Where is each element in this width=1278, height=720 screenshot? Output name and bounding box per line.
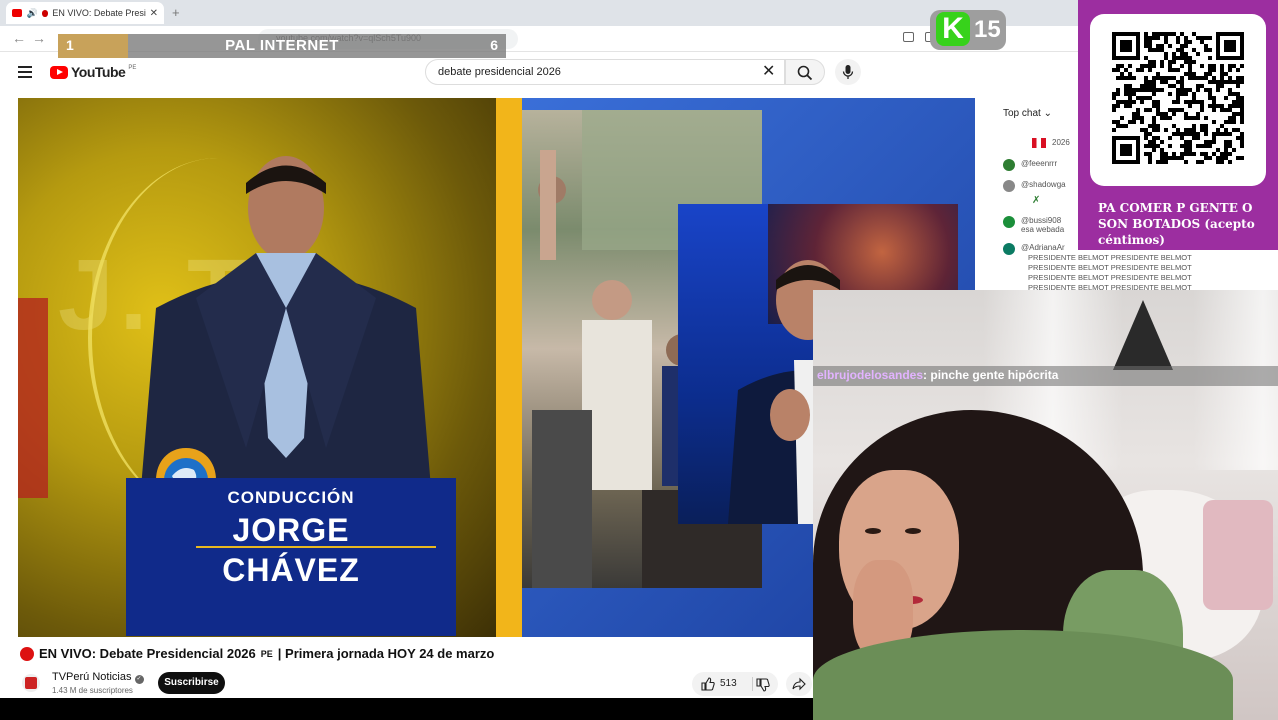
banner-right-count: 6 [490, 37, 498, 53]
lower-third-label: CONDUCCIÓN [227, 488, 355, 507]
share-button[interactable] [786, 672, 812, 696]
new-tab-button[interactable]: + [172, 5, 180, 20]
stream-chat-message: : pinche gente hipócrita [923, 368, 1059, 382]
tab-title: EN VIVO: Debate Preside [52, 8, 146, 18]
live-dot-icon [20, 646, 34, 661]
like-dislike-group: 513 [692, 672, 778, 696]
streamer-eye [865, 528, 881, 534]
k15-logo: K 15 [930, 10, 1006, 50]
thumbs-up-icon[interactable] [701, 677, 715, 691]
qr-code [1090, 14, 1266, 186]
back-arrow-icon[interactable]: ← [12, 30, 26, 46]
youtube-favicon-icon [12, 9, 23, 17]
chat-avatar [1003, 159, 1015, 171]
pinned-message: 2026 [1032, 138, 1070, 148]
chat-spam-line: PRESIDENTE BELMOT PRESIDENTE BELMOT [1028, 273, 1192, 282]
video-title-rest: | Primera jornada HOY 24 de marzo [277, 646, 495, 661]
chat-sticker: ✗ [1032, 195, 1040, 206]
cast-icon[interactable] [903, 32, 914, 42]
banner-title: PAL INTERNET [225, 37, 339, 54]
like-separator [752, 677, 753, 691]
chat-username: @AdrianaAr [1021, 243, 1065, 252]
donation-qr-panel: PA COMER P GENTE O SON BOTADOS (acepto c… [1078, 0, 1278, 250]
stream-banner: 1 PAL INTERNET 6 [58, 34, 506, 58]
voice-search-button[interactable] [835, 59, 861, 85]
channel-avatar[interactable] [22, 674, 40, 692]
red-accent [18, 298, 48, 498]
search-icon [797, 65, 813, 81]
chat-username: @feeenrrr [1021, 159, 1058, 168]
tab-strip: 🔊 EN VIVO: Debate Preside ✕ + [0, 0, 1080, 26]
yellow-divider [496, 98, 522, 637]
search-button[interactable] [785, 59, 825, 85]
stream-chat-user: elbrujodelosandes [817, 368, 924, 382]
video-title: EN VIVO: Debate Presidencial 2026 PE | P… [20, 646, 494, 661]
share-icon [792, 677, 806, 691]
donation-text: PA COMER P GENTE O SON BOTADOS (acepto c… [1098, 201, 1255, 247]
chat-mode-selector[interactable]: Top chat ⌄ [1003, 108, 1052, 119]
streamer-eye [905, 528, 921, 534]
like-count: 513 [720, 678, 737, 689]
menu-icon[interactable] [18, 66, 32, 78]
presenter-last-name: CHÁVEZ [222, 552, 360, 588]
country-code: PE [128, 65, 137, 71]
chat-avatar [1003, 180, 1015, 192]
close-tab-icon[interactable]: ✕ [150, 8, 158, 19]
forward-arrow-icon[interactable]: → [32, 30, 46, 46]
sticker-icon: ✗ [1032, 195, 1041, 206]
chat-spam-line: PRESIDENTE BELMOT PRESIDENTE BELMOT [1028, 253, 1192, 262]
microphone-icon [842, 65, 854, 79]
verified-icon: ✓ [134, 675, 144, 684]
k-logo-letter: K [936, 12, 970, 46]
speaker-icon: 🔊 [26, 7, 38, 18]
presenter-first-name: JORGE [232, 512, 350, 548]
stream-chat-overlay: elbrujodelosandes: pinche gente hipócrit… [813, 366, 1278, 386]
chat-username: @shadowga [1021, 180, 1066, 189]
chat-avatar [1003, 216, 1015, 228]
youtube-logo[interactable]: YouTube PE [50, 64, 136, 80]
k-logo-number: 15 [974, 16, 1001, 43]
pink-pillow [1203, 500, 1273, 610]
chat-avatar [1003, 243, 1015, 255]
search-input[interactable]: debate presidencial 2026 [425, 59, 785, 85]
qr-code-icon [1112, 32, 1244, 164]
chat-message: @bussi908 esa webada [1003, 216, 1064, 234]
pinned-text: 2026 [1052, 138, 1070, 147]
chevron-down-icon: ⌄ [1043, 108, 1052, 119]
chat-text: esa webada [1021, 225, 1065, 234]
channel-name[interactable]: TVPerú Noticias ✓ [52, 671, 144, 684]
browser-tab[interactable]: 🔊 EN VIVO: Debate Preside ✕ [6, 2, 164, 24]
webcam-feed [813, 290, 1278, 720]
chat-spam-line: PRESIDENTE BELMOT PRESIDENTE BELMOT [1028, 263, 1192, 272]
recording-dot-icon [41, 9, 49, 17]
subscriber-count: 1.43 M de suscriptores [52, 686, 133, 695]
streamer-sweater [813, 630, 1233, 720]
thumbs-down-icon[interactable] [756, 678, 770, 692]
clear-search-icon[interactable]: ✕ [762, 61, 775, 81]
youtube-header: YouTube PE debate presidencial 2026 ✕ [0, 52, 1080, 94]
chat-username: @bussi908 [1021, 216, 1062, 225]
chat-message: @feeenrrr [1003, 159, 1057, 171]
peru-flag-icon [1032, 138, 1046, 148]
video-title-flag: PE [260, 648, 273, 659]
chat-message: @shadowga [1003, 180, 1066, 192]
subscribe-button[interactable]: Suscribirse [158, 672, 225, 694]
video-title-main: EN VIVO: Debate Presidencial 2026 [39, 646, 256, 661]
youtube-play-icon [50, 65, 68, 79]
lower-third-graphic: CONDUCCIÓN JORGE CHÁVEZ [126, 478, 456, 636]
youtube-wordmark: YouTube [71, 64, 126, 80]
lower-third-rule [196, 546, 436, 548]
bottom-bar [0, 698, 813, 720]
